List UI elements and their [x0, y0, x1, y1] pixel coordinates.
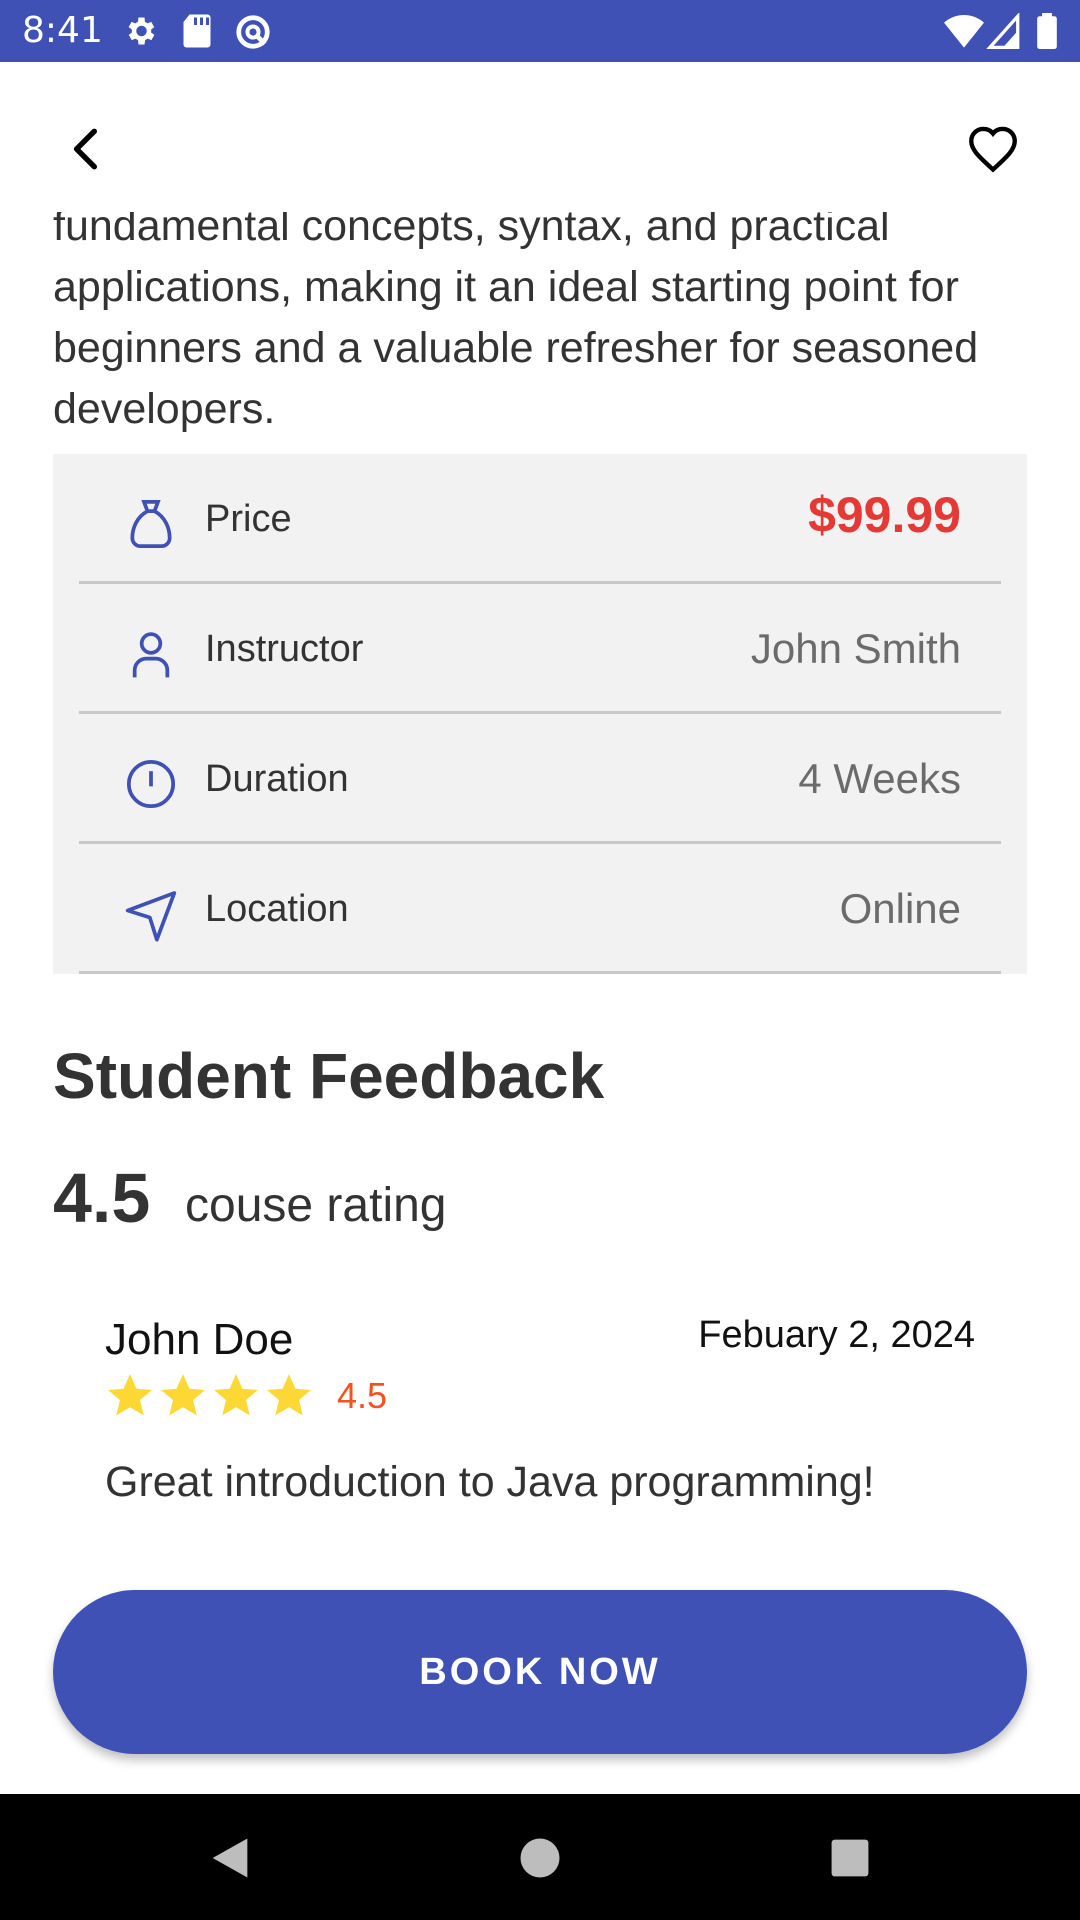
course-info-card: Price $99.99 Instructor John Smith Durat…: [53, 454, 1027, 974]
clock-icon: [126, 759, 176, 809]
info-row-instructor: Instructor John Smith: [79, 584, 1001, 714]
review-score: 4.5: [337, 1375, 388, 1416]
status-time: 8:41: [22, 10, 103, 51]
data-saver-icon: [236, 15, 270, 49]
book-now-button[interactable]: BOOK NOW: [53, 1590, 1027, 1754]
price-value: $99.99: [808, 487, 961, 543]
review-date: Febuary 2, 2024: [698, 1314, 975, 1356]
back-triangle-icon[interactable]: [204, 1832, 256, 1884]
home-circle-icon[interactable]: [514, 1832, 566, 1884]
wifi-icon: [944, 15, 984, 48]
star-rating: 4.5: [105, 1370, 387, 1422]
review-card: John Doe Febuary 2, 2024 4.5 Great intro…: [105, 1302, 975, 1602]
info-row-price: Price $99.99: [79, 454, 1001, 584]
info-label: Instructor: [205, 628, 364, 670]
person-icon: [132, 632, 170, 678]
navigation-arrow-icon: [125, 891, 177, 942]
battery-icon: [1037, 13, 1057, 49]
info-row-duration: Duration 4 Weeks: [79, 714, 1001, 844]
system-nav-bar: [0, 1794, 1080, 1920]
review-text: Great introduction to Java programming!: [105, 1458, 875, 1506]
favorite-heart-icon[interactable]: [964, 120, 1022, 178]
info-label: Duration: [205, 758, 349, 800]
money-bag-icon: [130, 499, 172, 549]
star-icon: [108, 1374, 152, 1416]
course-description: fundamental concepts, syntax, and practi…: [53, 196, 1033, 440]
info-label: Price: [205, 498, 292, 540]
sd-card-icon: [183, 14, 211, 48]
star-icon: [214, 1374, 258, 1416]
app-bar: [0, 62, 1080, 212]
section-title-feedback: Student Feedback: [53, 1040, 605, 1112]
back-button[interactable]: [62, 124, 112, 174]
location-value: Online: [839, 885, 961, 932]
duration-value: 4 Weeks: [798, 755, 961, 802]
description-text: applications, making it an ideal startin…: [53, 263, 979, 433]
gear-icon: [128, 17, 155, 45]
star-icon: [267, 1374, 311, 1416]
reviewer-name: John Doe: [105, 1315, 294, 1364]
info-row-location: Location Online: [79, 844, 1001, 974]
recents-square-icon[interactable]: [824, 1832, 876, 1884]
course-details-content[interactable]: fundamental concepts, syntax, and practi…: [0, 62, 1080, 1794]
course-rating-value: 4.5: [53, 1159, 151, 1237]
instructor-value: John Smith: [750, 625, 961, 672]
course-rating-caption: couse rating: [185, 1179, 447, 1232]
star-icon: [161, 1374, 205, 1416]
signal-icon: [986, 13, 1020, 49]
status-bar: 8:41: [0, 0, 1080, 62]
info-label: Location: [205, 888, 349, 930]
